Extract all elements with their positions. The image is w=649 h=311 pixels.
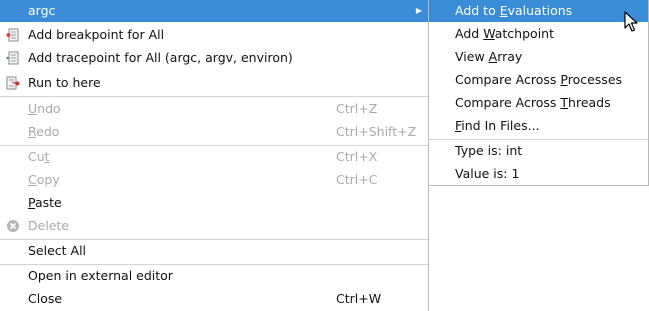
menu-item-label: Value is: 1: [455, 166, 520, 181]
submenu-item-add-to-evaluations[interactable]: Add to Evaluations: [429, 0, 648, 22]
menu-item-label: Compare Across Threads: [455, 95, 611, 110]
menu-item-shortcut: Ctrl+X: [336, 149, 378, 164]
menu-item-label: Type is: int: [455, 143, 523, 158]
menu-item-label: Add to Evaluations: [455, 3, 573, 18]
menu-item-label: Add tracepoint for All (argc, argv, envi…: [28, 50, 293, 65]
menu-item-shortcut: Ctrl+C: [336, 172, 378, 187]
menu-item-shortcut: Ctrl+Z: [336, 101, 378, 116]
delete-icon: [7, 220, 19, 232]
menu-item-label: Find In Files...: [455, 118, 540, 133]
submenu-item-find-in-files[interactable]: Find In Files...: [429, 115, 648, 137]
submenu-item-compare-threads[interactable]: Compare Across Threads: [429, 92, 648, 114]
menu-item-label: Close: [28, 291, 63, 306]
menu-item-open-external-editor[interactable]: Open in external editor: [0, 265, 428, 287]
context-menu: argc ▶ Add breakpoint for All Add tracep…: [0, 0, 429, 311]
menu-item-cut[interactable]: Cut Ctrl+X: [0, 146, 428, 168]
menu-item-shortcut: Ctrl+W: [336, 291, 382, 306]
menu-item-add-breakpoint[interactable]: Add breakpoint for All: [0, 24, 428, 46]
breakpoint-icon: [6, 28, 19, 42]
menu-item-label: argc: [28, 3, 56, 18]
submenu-item-view-array[interactable]: View Array: [429, 46, 648, 68]
menu-item-add-tracepoint[interactable]: Add tracepoint for All (argc, argv, envi…: [0, 47, 428, 69]
menu-separator: [0, 96, 428, 97]
menu-item-label: Run to here: [28, 75, 101, 90]
menu-item-argc[interactable]: argc ▶: [0, 0, 428, 22]
run-to-here-icon: [6, 76, 20, 90]
mouse-cursor-icon: [624, 11, 638, 32]
submenu-item-add-watchpoint[interactable]: Add Watchpoint: [429, 23, 648, 45]
menu-item-select-all[interactable]: Select All: [0, 240, 428, 262]
menu-item-shortcut: Ctrl+Shift+Z: [336, 124, 417, 139]
menu-item-label: Redo: [28, 124, 60, 139]
menu-item-label: View Array: [455, 49, 523, 64]
menu-item-label: Compare Across Processes: [455, 72, 623, 87]
menu-item-run-to-here[interactable]: Run to here: [0, 72, 428, 94]
triangle-right-icon: ▶: [415, 6, 422, 15]
menu-item-copy[interactable]: Copy Ctrl+C: [0, 169, 428, 191]
menu-item-close[interactable]: Close Ctrl+W: [0, 288, 428, 310]
menu-item-label: Paste: [28, 195, 62, 210]
menu-item-paste[interactable]: Paste: [0, 192, 428, 214]
submenu-item-compare-processes[interactable]: Compare Across Processes: [429, 69, 648, 91]
menu-item-label: Select All: [28, 243, 87, 258]
submenu-item-type-info: Type is: int: [429, 140, 648, 162]
submenu: Add to Evaluations Add Watchpoint View A…: [429, 0, 649, 186]
menu-item-label: Delete: [28, 218, 70, 233]
menu-item-label: Add breakpoint for All: [28, 27, 165, 42]
menu-item-label: Cut: [28, 149, 50, 164]
menu-item-undo[interactable]: Undo Ctrl+Z: [0, 98, 428, 120]
menu-item-label: Add Watchpoint: [455, 26, 554, 41]
menu-item-label: Undo: [28, 101, 61, 116]
menu-item-label: Open in external editor: [28, 268, 173, 283]
menu-item-redo[interactable]: Redo Ctrl+Shift+Z: [0, 121, 428, 143]
menu-item-delete[interactable]: Delete: [0, 215, 428, 237]
menu-item-label: Copy: [28, 172, 60, 187]
submenu-item-value-info: Value is: 1: [429, 163, 648, 185]
tracepoint-icon: [6, 51, 19, 65]
